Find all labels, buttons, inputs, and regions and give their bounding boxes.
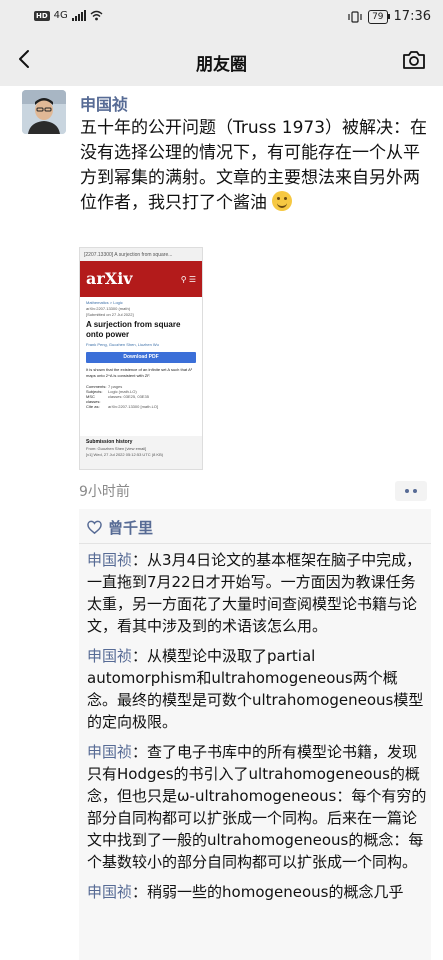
signal-icon bbox=[71, 10, 86, 21]
image-abstract: It is shown that the existence of an inf… bbox=[86, 367, 193, 378]
comment-text: 查了电子书库中的所有模型论书籍，发现只有Hodges的书引入了ultrahomo… bbox=[87, 743, 427, 871]
page-title: 朋友圈 bbox=[196, 55, 247, 75]
post-body: 五十年的公开问题（Truss 1973）被解决：在没有选择公理的情况下，有可能存… bbox=[80, 118, 428, 213]
comment-author[interactable]: 申国祯 bbox=[87, 551, 132, 569]
post-author-name[interactable]: 申国祯 bbox=[80, 91, 128, 115]
post-text: 五十年的公开问题（Truss 1973）被解决：在没有选择公理的情况下，有可能存… bbox=[80, 116, 432, 216]
comment-list: 申国祯：从3月4日论文的基本框架在脑子中完成，一直拖到7月22日才开始写。一方面… bbox=[87, 549, 427, 911]
comment-author[interactable]: 申国祯 bbox=[87, 883, 132, 901]
camera-icon[interactable] bbox=[401, 49, 427, 71]
image-download-button: Download PDF bbox=[86, 352, 196, 363]
image-submitted: [Submitted on 27 Jul 2022] bbox=[86, 312, 134, 317]
hd-icon: HD bbox=[34, 10, 50, 21]
battery-indicator: 79 bbox=[368, 9, 391, 24]
status-right: 79 17:36 bbox=[348, 9, 431, 24]
clock: 17:36 bbox=[393, 9, 431, 24]
comment-text: 从3月4日论文的基本框架在脑子中完成，一直拖到7月22日才开始写。一方面因为教课… bbox=[87, 551, 422, 635]
avatar-portrait bbox=[22, 90, 66, 134]
image-history-v1: [v1] Wed, 27 Jul 2022 05:12:53 UTC (8 KB… bbox=[86, 452, 164, 457]
dot-icon bbox=[413, 489, 417, 493]
image-meta-row: Cite as: arXiv:2207.13300 [math.LO] bbox=[86, 404, 159, 409]
comment-item[interactable]: 申国祯：从模型论中汲取了partial automorphism和ultraho… bbox=[87, 645, 427, 733]
wifi-icon bbox=[90, 10, 103, 21]
heart-icon bbox=[87, 520, 102, 535]
nav-bar: 朋友圈 bbox=[0, 34, 443, 86]
image-body: Mathematics > Logic arXiv:2207.13300 (ma… bbox=[80, 297, 202, 412]
image-paper-title: A surjection from square onto power bbox=[86, 320, 181, 339]
image-history-title: Submission history bbox=[86, 439, 133, 445]
comment-author[interactable]: 申国祯 bbox=[87, 647, 132, 665]
author-avatar[interactable] bbox=[22, 90, 66, 134]
grin-emoji-icon bbox=[272, 191, 293, 211]
more-actions-button[interactable] bbox=[395, 481, 427, 501]
image-authors: Frank Peng, Guozhen Shen, Liuzhen Wu bbox=[86, 342, 159, 347]
image-submission-history: Submission history From: Guozhen Shen [v… bbox=[80, 436, 202, 469]
vibrate-icon bbox=[348, 10, 362, 23]
image-meta: Comments: 7 pages Subjects: Logic (math.LO… bbox=[86, 384, 196, 409]
dot-icon bbox=[405, 489, 409, 493]
search-menu-icon: ⚲ ☰ bbox=[180, 275, 196, 284]
comment-author[interactable]: 申国祯 bbox=[87, 743, 132, 761]
post-image[interactable]: [2207.13300] A surjection from square...… bbox=[79, 247, 203, 470]
divider bbox=[79, 543, 431, 544]
comment-item[interactable]: 申国祯：稍弱一些的homogeneous的概念几乎 bbox=[87, 881, 427, 903]
interaction-panel: 曾千里 申国祯：从3月4日论文的基本框架在脑子中完成，一直拖到7月22日才开始写… bbox=[79, 509, 431, 960]
arxiv-logo: arXiv bbox=[86, 269, 133, 288]
likes-row: 曾千里 bbox=[87, 517, 153, 538]
comment-item[interactable]: 申国祯：查了电子书库中的所有模型论书籍，发现只有Hodges的书引入了ultra… bbox=[87, 741, 427, 873]
status-left: HD 4G bbox=[34, 10, 103, 21]
post-time: 9小时前 bbox=[79, 484, 130, 500]
network-type: 4G bbox=[53, 10, 68, 21]
status-bar: HD 4G 79 17:36 bbox=[0, 0, 443, 34]
comment-text: 从模型论中汲取了partial automorphism和ultrahomoge… bbox=[87, 647, 424, 731]
comment-item[interactable]: 申国祯：从3月4日论文的基本框架在脑子中完成，一直拖到7月22日才开始写。一方面… bbox=[87, 549, 427, 637]
comment-text: 稍弱一些的homogeneous的概念几乎 bbox=[147, 883, 404, 901]
image-arxiv-header: arXiv ⚲ ☰ bbox=[80, 261, 202, 297]
image-tab-bar: [2207.13300] A surjection from square... bbox=[80, 248, 202, 261]
like-names[interactable]: 曾千里 bbox=[108, 517, 153, 538]
